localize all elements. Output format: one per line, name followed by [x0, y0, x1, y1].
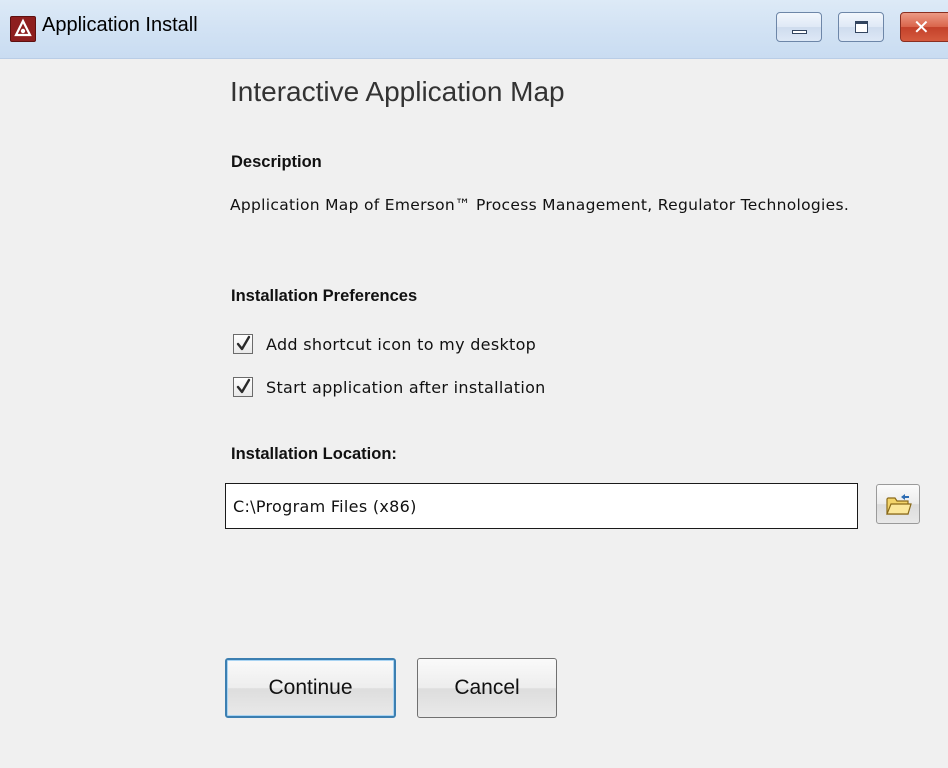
close-icon: ✕ [913, 15, 930, 39]
shortcut-checkbox[interactable] [233, 334, 253, 354]
page-title: Interactive Application Map [230, 76, 565, 107]
window-title: Application Install [42, 14, 198, 36]
install-location-input[interactable] [225, 483, 858, 529]
continue-button[interactable]: Continue [225, 658, 396, 718]
description-text: Application Map of Emerson™ Process Mana… [230, 196, 850, 214]
minimize-button[interactable] [776, 12, 822, 42]
maximize-button[interactable] [838, 12, 884, 42]
start-after-install-label: Start application after installation [266, 377, 546, 397]
location-label: Installation Location: [231, 445, 397, 463]
checkmark-icon [236, 335, 251, 351]
start-after-install-option[interactable]: Start application after installation [233, 377, 546, 397]
app-logo-icon [10, 16, 36, 42]
checkmark-icon [236, 378, 251, 394]
cancel-button[interactable]: Cancel [417, 658, 557, 718]
shortcut-option-label: Add shortcut icon to my desktop [266, 334, 537, 354]
close-button[interactable]: ✕ [900, 12, 948, 42]
title-bar[interactable]: Application Install ✕ [0, 0, 948, 59]
maximize-icon [855, 21, 868, 33]
start-after-install-checkbox[interactable] [233, 377, 253, 397]
preferences-label: Installation Preferences [231, 287, 418, 305]
minimize-icon [792, 30, 807, 34]
shortcut-option[interactable]: Add shortcut icon to my desktop [233, 334, 536, 354]
description-label: Description [231, 153, 322, 171]
folder-open-icon [886, 494, 912, 515]
browse-button[interactable] [876, 484, 920, 524]
